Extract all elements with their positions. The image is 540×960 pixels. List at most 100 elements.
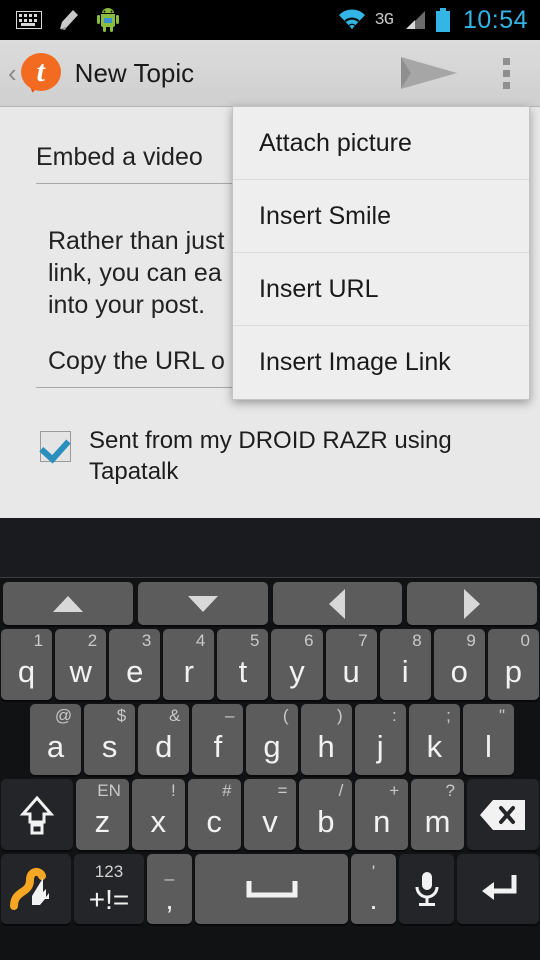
- key-c[interactable]: # c: [187, 779, 241, 850]
- key-sup: @: [54, 706, 73, 725]
- key-label: .: [369, 884, 378, 915]
- key-o[interactable]: 9o: [433, 629, 485, 700]
- key-k[interactable]: ; k: [408, 704, 460, 775]
- key-a[interactable]: @ a: [30, 704, 82, 775]
- overflow-menu-button[interactable]: [472, 40, 540, 107]
- wifi-icon: [338, 9, 365, 29]
- keyboard-row-1: 1q 2w 3e 4r 5t 6y 7u 8i 9o 0p: [0, 625, 540, 700]
- key-y[interactable]: 6y: [271, 629, 323, 700]
- key-label: w: [69, 654, 92, 689]
- key-label: o: [450, 654, 468, 689]
- key-label: m: [424, 804, 451, 839]
- shift-icon: [19, 795, 55, 834]
- key-v[interactable]: = v: [243, 779, 297, 850]
- key-label: d: [155, 729, 173, 764]
- key-g[interactable]: (g: [246, 704, 298, 775]
- key-n[interactable]: + n: [355, 779, 409, 850]
- key-symbols-stack: 123 +!=: [89, 862, 129, 916]
- key-shift[interactable]: [1, 779, 73, 850]
- signature-checkbox[interactable]: [40, 431, 71, 462]
- key-u[interactable]: 7u: [325, 629, 377, 700]
- soft-keyboard: 1q 2w 3e 4r 5t 6y 7u 8i 9o 0p @ a $ s & d –…: [0, 578, 540, 960]
- key-sup: 9: [466, 631, 476, 650]
- signature-label: Sent from my DROID RAZR using Tapatalk: [89, 427, 452, 485]
- key-sup: /: [338, 781, 344, 800]
- key-s[interactable]: $ s: [84, 704, 136, 775]
- key-h[interactable]: ) h: [300, 704, 352, 775]
- android-robot-icon: [97, 8, 119, 32]
- key-sup: #: [222, 781, 232, 800]
- key-sup: ': [371, 862, 376, 881]
- key-b[interactable]: / b: [299, 779, 353, 850]
- enter-icon: [482, 875, 517, 900]
- key-t[interactable]: 5t: [217, 629, 269, 700]
- key-sup: :: [392, 706, 397, 725]
- status-bar: 3G 10:54: [0, 0, 540, 40]
- menu-item-insert-url[interactable]: Insert URL: [233, 253, 529, 326]
- key-sup: ?: [445, 781, 456, 800]
- key-label: i: [401, 654, 409, 689]
- key-label: e: [126, 654, 144, 689]
- key-swype-gesture[interactable]: [1, 854, 71, 924]
- key-microphone[interactable]: [399, 854, 454, 924]
- key-l[interactable]: " l: [462, 704, 514, 775]
- key-sup: _: [164, 862, 175, 881]
- overflow-dot: [502, 69, 510, 77]
- menu-item-insert-smile[interactable]: Insert Smile: [233, 180, 529, 253]
- menu-item-attach-picture[interactable]: Attach picture: [233, 107, 529, 180]
- key-e[interactable]: 3e: [109, 629, 161, 700]
- key-arrow-left[interactable]: [272, 582, 403, 625]
- key-label: c: [206, 804, 222, 839]
- arrow-left-icon: [329, 588, 346, 619]
- key-arrow-right[interactable]: [407, 582, 537, 625]
- space-icon: [246, 881, 297, 898]
- send-button[interactable]: [386, 40, 472, 107]
- phone-screen: 3G 10:54 ‹ t New Topic Embed a video Rat…: [0, 0, 540, 960]
- key-arrow-up[interactable]: [3, 582, 133, 625]
- key-sup: (: [282, 706, 289, 725]
- signal-bars-icon: [405, 11, 425, 29]
- key-sup: 5: [250, 631, 260, 650]
- menu-item-insert-image-link[interactable]: Insert Image Link: [233, 326, 529, 399]
- key-label: z: [94, 804, 111, 839]
- key-symbols[interactable]: 123 +!=: [74, 854, 144, 924]
- key-p[interactable]: 0p: [487, 629, 539, 700]
- key-w[interactable]: 2w: [55, 629, 107, 700]
- key-x[interactable]: ! x: [131, 779, 185, 850]
- signature-row[interactable]: Sent from my DROID RAZR using Tapatalk: [40, 425, 500, 487]
- back-chevron-icon[interactable]: ‹: [0, 60, 19, 86]
- key-j[interactable]: :j: [354, 704, 406, 775]
- key-label: j: [376, 729, 384, 764]
- key-label: t: [238, 654, 248, 689]
- logo-letter: t: [36, 55, 45, 88]
- key-label: k: [426, 729, 443, 764]
- key-f[interactable]: – f: [192, 704, 244, 775]
- key-space[interactable]: [195, 854, 348, 924]
- topic-title-value: Embed a video: [36, 143, 203, 171]
- key-period-stack: ' .: [370, 862, 378, 916]
- backspace-icon: [480, 799, 526, 830]
- key-q[interactable]: 1q: [1, 629, 53, 700]
- key-m[interactable]: ? m: [411, 779, 465, 850]
- overflow-dot: [502, 57, 510, 65]
- key-sup: EN: [97, 781, 121, 800]
- status-bar-left-icons: [0, 7, 120, 33]
- key-i[interactable]: 8i: [379, 629, 431, 700]
- key-d[interactable]: & d: [138, 704, 190, 775]
- arrow-up-icon: [52, 595, 83, 612]
- tapatalk-logo-icon[interactable]: t: [19, 51, 63, 95]
- key-sup: ": [498, 706, 505, 725]
- action-bar: ‹ t New Topic: [0, 40, 540, 107]
- key-backspace[interactable]: [467, 779, 540, 850]
- key-arrow-down[interactable]: [137, 582, 268, 625]
- key-comma-stack: _ ,: [165, 862, 174, 916]
- status-bar-right-icons: 3G 10:54: [337, 6, 540, 35]
- key-r[interactable]: 4r: [163, 629, 215, 700]
- status-bar-clock: 10:54: [462, 5, 528, 34]
- key-period[interactable]: ' .: [351, 854, 396, 924]
- key-enter[interactable]: [457, 854, 539, 924]
- key-z[interactable]: EN z: [76, 779, 129, 850]
- key-label: f: [213, 729, 223, 764]
- key-comma[interactable]: _ ,: [147, 854, 192, 924]
- broom-icon: [60, 10, 78, 30]
